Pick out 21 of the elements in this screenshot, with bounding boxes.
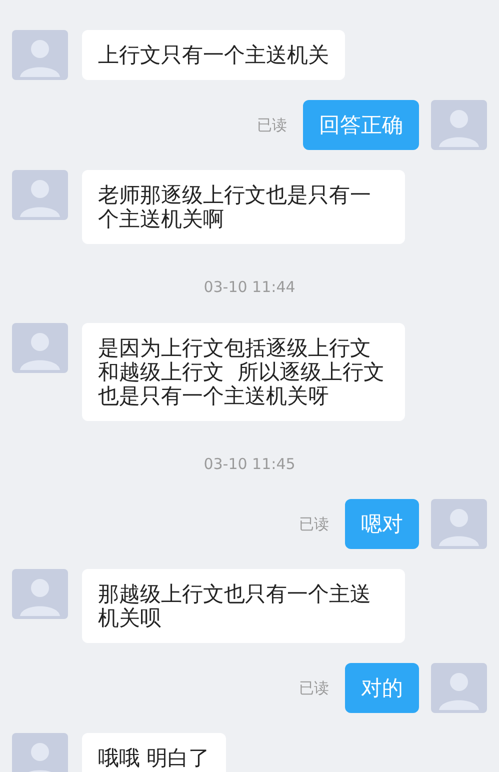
read-status: 已读	[299, 678, 329, 699]
timestamp: 03-10 11:45	[204, 454, 296, 474]
read-status: 已读	[257, 114, 287, 136]
avatar-icon[interactable]	[431, 100, 487, 150]
message-bubble: 是因为上行文包括逐级上行文和越级上行文 所以逐级上行文也是只有一个主送机关呀	[82, 322, 405, 420]
avatar-icon[interactable]	[431, 663, 487, 713]
message-bubble: 回答正确	[303, 100, 419, 150]
avatar-icon[interactable]	[12, 170, 68, 220]
message-bubble: 老师那逐级上行文也是只有一个主送机关啊	[82, 170, 405, 244]
message-bubble: 嗯对	[345, 499, 419, 549]
message-bubble: 上行文只有一个主送机关	[82, 30, 345, 80]
avatar-icon[interactable]	[12, 30, 68, 80]
read-status: 已读	[299, 514, 329, 535]
message-bubble: 哦哦 明白了	[82, 733, 226, 772]
message-bubble: 那越级上行文也只有一个主送机关呗	[82, 569, 405, 643]
avatar-icon[interactable]	[431, 499, 487, 549]
timestamp: 03-10 11:44	[204, 277, 296, 298]
avatar-icon[interactable]	[12, 733, 68, 772]
avatar-icon[interactable]	[12, 322, 68, 372]
message-bubble: 对的	[345, 663, 419, 713]
avatar-icon[interactable]	[12, 569, 68, 619]
